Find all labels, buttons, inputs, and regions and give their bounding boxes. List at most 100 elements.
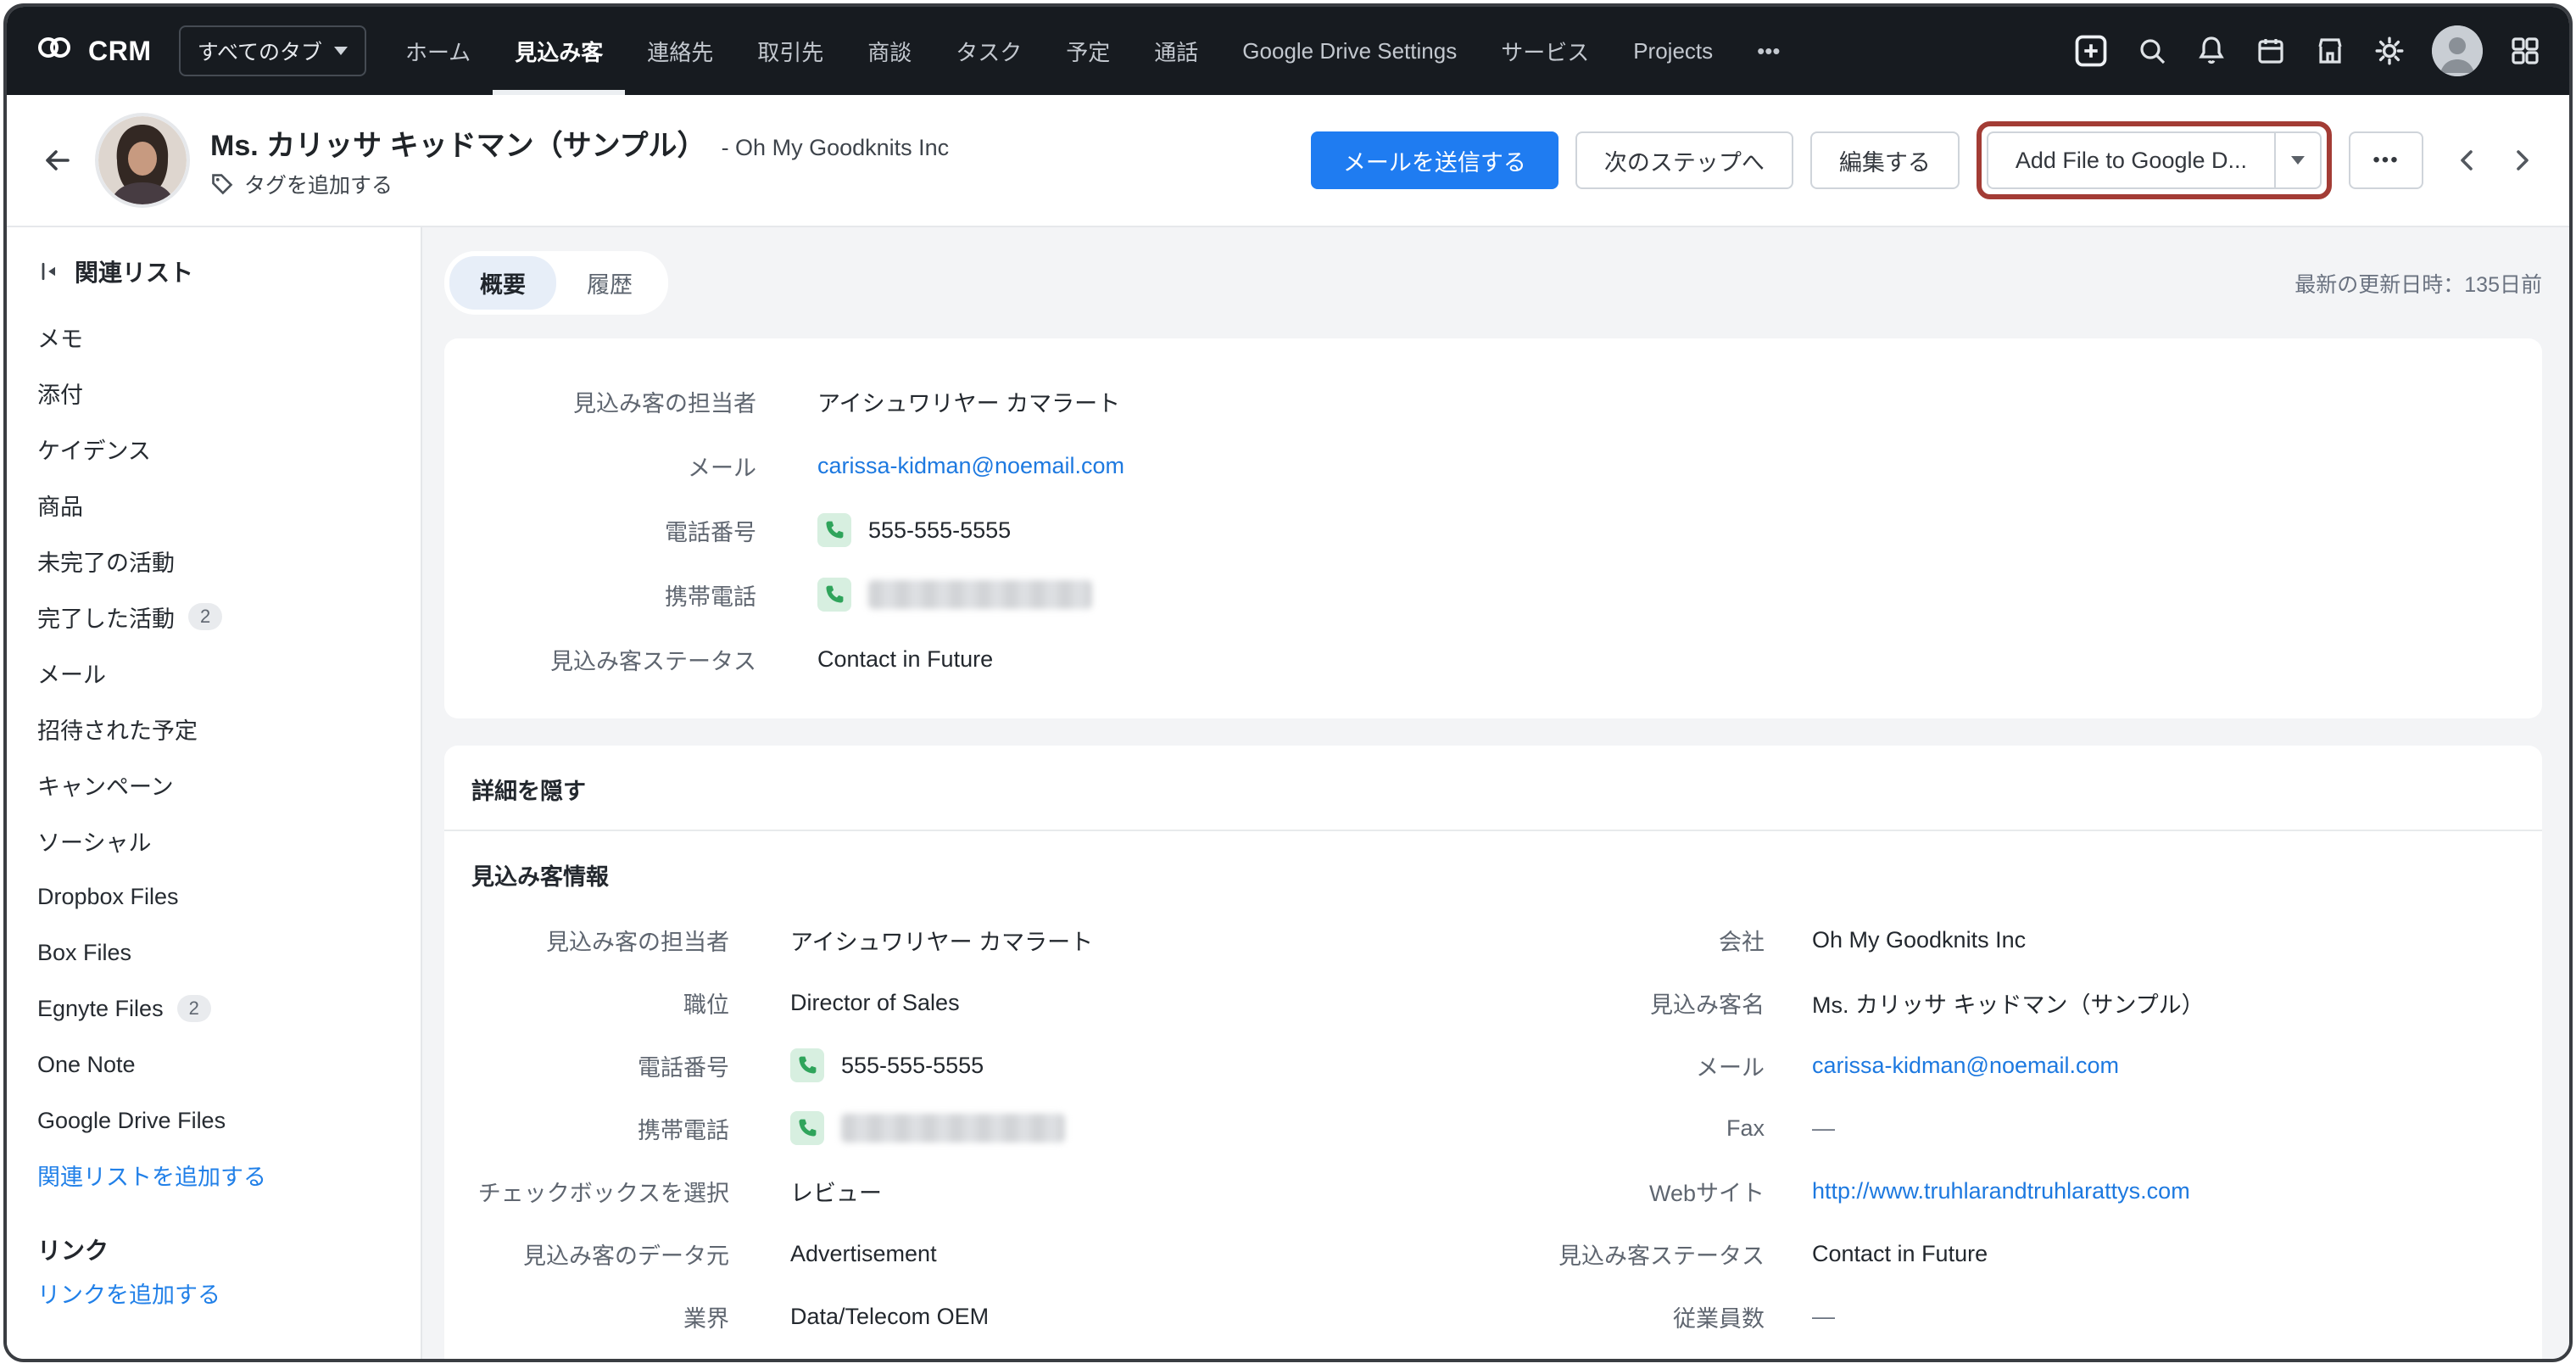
sidebar-item-attachments[interactable]: 添付 [37,365,400,421]
sidebar-item-box-files[interactable]: Box Files [37,925,400,981]
sidebar-item-dropbox-files[interactable]: Dropbox Files [37,869,400,925]
sidebar-item-google-drive-files[interactable]: Google Drive Files [37,1092,400,1148]
nav-services[interactable]: サービス [1479,7,1611,95]
crm-window: CRM すべてのタブ ホーム 見込み客 連絡先 取引先 商談 タスク 予定 通話… [3,3,2573,1362]
field-row: 電話番号 555-555-5555 [444,1034,1493,1097]
field-label: 見込み客の担当者 [444,924,729,957]
sidebar-item-invited-events[interactable]: 招待された予定 [37,701,400,757]
all-tabs-label: すべてのタブ [198,36,322,66]
email-link[interactable]: carissa-kidman@noemail.com [1812,1053,2119,1079]
add-link-link[interactable]: リンクを追加する [37,1277,220,1310]
nav-google-drive-settings[interactable]: Google Drive Settings [1220,7,1479,95]
field-row: 見込み客名 Ms. カリッサ キッドマン（サンプル） [1493,971,2542,1034]
sidebar-item-open-activities[interactable]: 未完了の活動 [37,533,400,589]
nav-deals[interactable]: 商談 [845,7,934,95]
all-tabs-selector[interactable]: すべてのタブ [179,25,366,76]
field-value: アイシュワリヤー カマラート [790,924,1093,957]
next-record-chevron-icon[interactable] [2508,147,2535,174]
field-value: Oh My Goodknits Inc [1812,927,2026,953]
sidebar-item-cadences[interactable]: ケイデンス [37,421,400,477]
field-row: 職位 Director of Sales [444,971,1493,1034]
field-row: 従業員数 — [1493,1285,2542,1348]
sidebar-item-one-note[interactable]: One Note [37,1037,400,1092]
edit-button[interactable]: 編集する [1810,131,1960,189]
add-tag-label: タグを追加する [244,169,393,199]
calendar-icon[interactable] [2254,34,2288,68]
nav-home[interactable]: ホーム [383,7,493,95]
details-grid: 見込み客の担当者 アイシュワリヤー カマラート 職位 Director of S… [444,908,2542,1359]
crm-logo-icon [34,27,75,75]
search-icon[interactable] [2135,34,2169,68]
field-label: 見込み客ステータス [471,643,756,676]
add-related-list-link[interactable]: 関連リストを追加する [37,1159,266,1192]
next-step-button[interactable]: 次のステップへ [1575,131,1793,189]
phone-call-icon[interactable] [790,1048,824,1082]
lead-photo-avatar[interactable] [98,116,187,204]
nav-calls[interactable]: 通話 [1132,7,1220,95]
collapse-sidebar-icon[interactable] [37,260,61,283]
add-tag[interactable]: タグを追加する [210,169,949,199]
more-actions-button[interactable]: ••• [2349,131,2423,189]
add-file-google-dropdown[interactable] [2274,131,2322,189]
lead-information-title: 見込み客情報 [444,831,2542,908]
field-row: 携帯電話 [471,562,2542,627]
field-row: 携帯電話 [444,1097,1493,1159]
apps-grid-icon[interactable] [2508,34,2542,68]
send-mail-button[interactable]: メールを送信する [1311,131,1558,189]
field-value: — [1812,1115,1835,1142]
sidebar-item-closed-activities[interactable]: 完了した活動2 [37,589,400,645]
phone-call-icon[interactable] [817,578,851,612]
nav-contacts[interactable]: 連絡先 [625,7,735,95]
settings-gear-icon[interactable] [2372,34,2406,68]
field-row: 会社 Oh My Goodknits Inc [1493,908,2542,971]
phone-call-icon[interactable] [817,513,851,547]
phone-call-icon[interactable] [790,1111,824,1145]
field-label: 会社 [1493,924,1765,957]
field-value: Advertisement [790,1241,937,1267]
related-list-title: 関連リスト [37,254,400,288]
nav-leads[interactable]: 見込み客 [493,7,625,95]
phone-number: 555-555-5555 [841,1053,984,1079]
field-row: 評価 — [1493,1348,2542,1359]
chevron-down-icon [334,47,348,55]
red-annotation-box: Add File to Google D... [1977,121,2332,199]
user-avatar[interactable] [2432,25,2483,76]
topbar-icons [2072,25,2542,76]
add-file-google-button[interactable]: Add File to Google D... [1987,131,2274,189]
field-value: Data/Telecom OEM [790,1304,989,1330]
sidebar-item-egnyte-files[interactable]: Egnyte Files2 [37,981,400,1037]
sidebar-item-products[interactable]: 商品 [37,477,400,533]
sidebar-item-social[interactable]: ソーシャル [37,813,400,869]
field-value: — [1812,1304,1835,1330]
sidebar-item-notes[interactable]: メモ [37,309,400,365]
sidebar-item-emails[interactable]: メール [37,645,400,701]
hide-details-toggle[interactable]: 詳細を隠す [444,773,2542,830]
last-update-timestamp: 最新の更新日時：135日前 [2294,268,2542,299]
sidebar-item-campaigns[interactable]: キャンペーン [37,757,400,813]
module-nav: ホーム 見込み客 連絡先 取引先 商談 タスク 予定 通話 Google Dri… [383,7,1803,95]
nav-tasks[interactable]: タスク [934,7,1044,95]
field-label: メール [471,450,756,483]
quick-create-plus-icon[interactable] [2072,32,2110,70]
notifications-bell-icon[interactable] [2194,34,2228,68]
tab-overview[interactable]: 概要 [449,256,556,310]
nav-more[interactable]: ••• [1735,7,1802,95]
tab-history[interactable]: 履歴 [556,256,663,310]
topbar: CRM すべてのタブ ホーム 見込み客 連絡先 取引先 商談 タスク 予定 通話… [7,7,2569,95]
marketplace-icon[interactable] [2313,34,2347,68]
email-link[interactable]: carissa-kidman@noemail.com [817,453,1124,479]
redacted-mobile-number [841,1114,1065,1143]
nav-accounts[interactable]: 取引先 [735,7,845,95]
back-arrow-icon[interactable] [41,143,75,177]
field-row: メール carissa-kidman@noemail.com [471,433,2542,498]
add-file-google-split-button: Add File to Google D... [1987,131,2322,189]
field-label: 従業員数 [1493,1300,1765,1333]
field-value: アイシュワリヤー カマラート [817,385,1120,418]
field-row: メール carissa-kidman@noemail.com [1493,1034,2542,1097]
website-link[interactable]: http://www.truhlarandtruhlarattys.com [1812,1178,2190,1204]
field-label: 見込み客名 [1493,986,1765,1020]
nav-projects[interactable]: Projects [1611,7,1735,95]
field-row: 見込み客ステータス Contact in Future [1493,1222,2542,1285]
nav-events[interactable]: 予定 [1044,7,1132,95]
previous-record-chevron-icon[interactable] [2454,147,2481,174]
